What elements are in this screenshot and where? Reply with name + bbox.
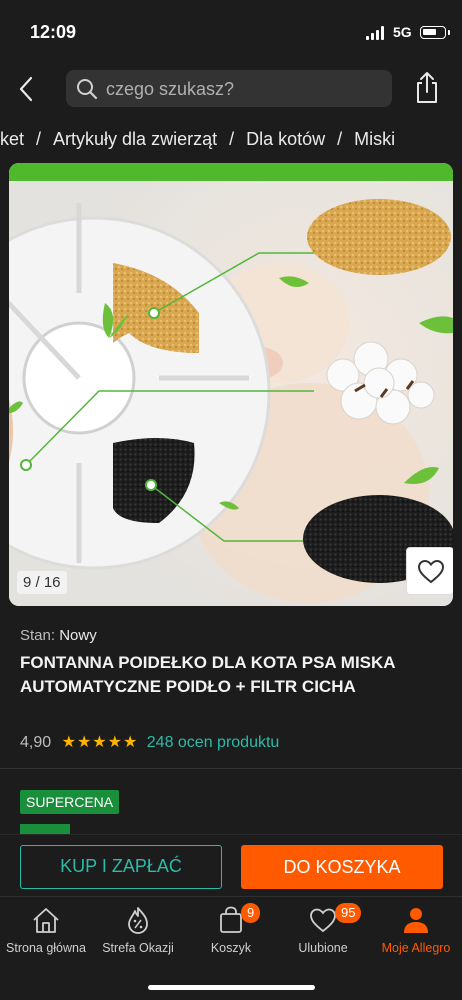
add-to-favorites-button[interactable] [406,547,453,595]
nav-item-favorites[interactable]: 95 Ulubione [277,903,369,965]
star-rating-icon: ★★★★★ [61,734,139,751]
rating-row: 4,90 ★★★★★ 248 ocen produktu [20,732,279,752]
nav-label: Ulubione [298,941,348,955]
condition-value: Nowy [59,627,97,644]
status-bar: 12:09 5G [0,0,462,62]
search-input[interactable]: czego szukasz? [66,70,392,107]
price-section-partial [20,824,180,834]
breadcrumb-item-cats[interactable]: Dla kotów [246,129,325,150]
nav-item-home[interactable]: Strona główna [0,905,92,965]
buy-now-button[interactable]: KUP I ZAPŁAĆ [20,845,222,889]
rating-value: 4,90 [20,734,52,751]
breadcrumb-separator: / [36,129,42,149]
product-info: Stan: Nowy FONTANNA POIDEŁKO DLA KOTA PS… [0,606,462,834]
share-icon [417,72,437,103]
nav-item-cart[interactable]: 9 Koszyk [185,903,277,965]
divider [0,768,462,769]
home-indicator[interactable] [148,985,315,990]
app-header: czego szukasz? [0,62,462,116]
nav-label: Strefa Okazji [102,941,174,955]
search-icon [77,79,98,100]
breadcrumb-separator: / [229,129,235,149]
nav-item-deals[interactable]: Strefa Okazji [92,905,184,965]
nav-label: Koszyk [210,941,252,955]
breadcrumb-item-pets[interactable]: Artykuły dla zwierząt [53,129,217,150]
breadcrumb-separator: / [337,129,343,149]
home-icon [33,908,59,933]
user-icon [404,908,428,933]
condition-label: Stan: [20,627,56,644]
breadcrumb-item[interactable]: rket [0,129,24,150]
search-placeholder: czego szukasz? [106,79,235,99]
nav-item-my-allegro[interactable]: Moje Allegro [370,905,462,965]
back-button[interactable] [14,72,44,106]
signal-icon [366,26,386,40]
nav-label: Strona główna [6,941,86,955]
product-condition: Stan: Nowy [20,627,97,644]
percent-flame-icon [128,907,148,934]
bottom-navigation: Strona główna Strefa Okazji 9 Koszyk 95 … [0,896,462,1000]
breadcrumb: rket / Artykuły dla zwierząt / Dla kotów / Mis… [0,116,462,164]
product-image [9,163,453,606]
supercena-badge: SUPERCENA [20,790,120,814]
heart-icon [310,908,336,933]
image-counter: 9 / 16 [17,571,67,594]
heart-icon [418,560,444,584]
share-button[interactable] [412,70,442,106]
product-image-gallery[interactable]: 9 / 16 [9,163,453,606]
purchase-action-bar: KUP I ZAPŁAĆ DO KOSZYKA [0,834,462,896]
chevron-left-icon [19,76,33,102]
add-to-cart-button[interactable]: DO KOSZYKA [241,845,443,889]
battery-icon [420,26,450,39]
status-time: 12:09 [30,22,77,42]
nav-label: Moje Allegro [381,941,451,955]
breadcrumb-item-bowls[interactable]: Miski [354,129,395,150]
ratings-count-link[interactable]: 248 ocen produktu [147,734,280,751]
product-title: FONTANNA POIDEŁKO DLA KOTA PSA MISKA AUT… [20,653,395,696]
network-type: 5G [393,24,412,40]
favorites-count-badge: 95 [335,903,362,923]
cart-count-badge: 9 [241,903,261,923]
